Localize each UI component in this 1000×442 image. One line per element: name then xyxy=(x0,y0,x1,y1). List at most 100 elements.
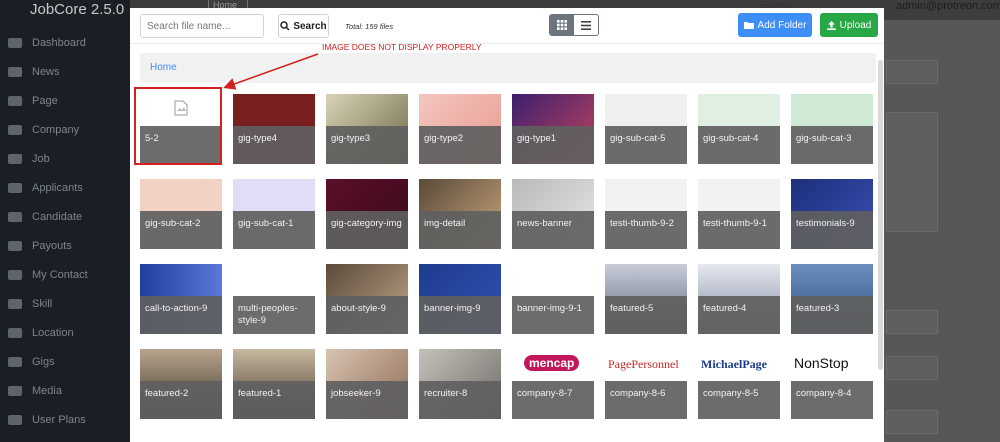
file-tile[interactable]: about-style-9 xyxy=(326,264,408,334)
file-tile[interactable]: jobseeker-9 xyxy=(326,349,408,419)
sidebar-item-user-plans[interactable]: User Plans xyxy=(0,405,130,434)
file-tile[interactable]: multi-peoples-style-9 xyxy=(233,264,315,334)
sidebar-item-media[interactable]: Media xyxy=(0,376,130,405)
file-name-label: img-detail xyxy=(419,211,501,249)
sidebar-item-job[interactable]: Job xyxy=(0,144,130,173)
newspaper-icon xyxy=(8,66,22,77)
sidebar-item-label: Company xyxy=(32,123,80,136)
search-button[interactable]: Search xyxy=(278,14,329,38)
folder-icon xyxy=(743,22,754,29)
company-logo-text: PagePersonnel xyxy=(608,357,679,371)
sidebar-item-page[interactable]: Page xyxy=(0,86,130,115)
search-input[interactable] xyxy=(140,14,264,38)
file-tile[interactable]: gig-sub-cat-4 xyxy=(698,94,780,164)
breadcrumb-home-link[interactable]: Home xyxy=(150,62,177,73)
file-tile[interactable]: MichaelPage company-8-5 xyxy=(698,349,780,419)
sidebar-item-gigs[interactable]: Gigs xyxy=(0,347,130,376)
file-tile[interactable]: PagePersonnel company-8-6 xyxy=(605,349,687,419)
file-name-label: company-8-5 xyxy=(698,381,780,419)
sidebar: JobCore 2.5.0 Dashboard News Page Company Jo… xyxy=(0,0,130,442)
file-tile[interactable]: testimonials-9 xyxy=(791,179,873,249)
file-name-label: featured-2 xyxy=(140,381,222,419)
sidebar-item-label: Payouts xyxy=(32,239,72,252)
sidebar-item-label: Page xyxy=(32,94,58,107)
file-name-label: jobseeker-9 xyxy=(326,381,408,419)
file-tile[interactable]: gig-category-img xyxy=(326,179,408,249)
file-name-label: gig-type4 xyxy=(233,126,315,164)
sidebar-item-payouts[interactable]: Payouts xyxy=(0,231,130,260)
file-tile[interactable]: NonStop company-8-4 xyxy=(791,349,873,419)
file-name-label: featured-1 xyxy=(233,381,315,419)
annotation-label: IMAGE DOES NOT DISPLAY PROPERLY xyxy=(322,42,482,52)
file-tile[interactable]: banner-img-9-1 xyxy=(512,264,594,334)
sidebar-item-my-contact[interactable]: My Contact xyxy=(0,260,130,289)
file-tile[interactable]: gig-type2 xyxy=(419,94,501,164)
file-manager-toolbar: Search Total: 159 files Add Folder Uploa… xyxy=(130,8,884,44)
file-tile[interactable]: featured-5 xyxy=(605,264,687,334)
file-name-label: multi-peoples-style-9 xyxy=(233,296,315,334)
sidebar-item-label: My Contact xyxy=(32,268,88,281)
sidebar-item-company[interactable]: Company xyxy=(0,115,130,144)
file-name-label: company-8-7 xyxy=(512,381,594,419)
file-name-label: gig-sub-cat-2 xyxy=(140,211,222,249)
sidebar-item-news[interactable]: News xyxy=(0,57,130,86)
sidebar-item-applicants[interactable]: Applicants xyxy=(0,173,130,202)
company-logo-text: NonStop xyxy=(794,355,849,371)
file-tile[interactable]: featured-2 xyxy=(140,349,222,419)
file-tile[interactable]: mencap company-8-7 xyxy=(512,349,594,419)
view-toggle xyxy=(549,14,599,36)
file-name-label: gig-type3 xyxy=(326,126,408,164)
list-view-button[interactable] xyxy=(574,15,598,35)
modal-scrollbar[interactable] xyxy=(878,60,883,370)
upload-button[interactable]: Upload xyxy=(820,13,878,37)
building-icon xyxy=(8,124,22,135)
file-tile[interactable]: featured-3 xyxy=(791,264,873,334)
file-tile[interactable]: gig-sub-cat-2 xyxy=(140,179,222,249)
image-icon xyxy=(8,385,22,396)
add-folder-button[interactable]: Add Folder xyxy=(738,13,812,37)
sidebar-menu: Dashboard News Page Company Job Applicants Can… xyxy=(0,28,130,434)
file-tile[interactable]: recruiter-8 xyxy=(419,349,501,419)
file-tile[interactable]: featured-4 xyxy=(698,264,780,334)
folder-breadcrumb: Home xyxy=(140,53,876,83)
upload-label: Upload xyxy=(839,19,872,31)
file-tile[interactable]: featured-1 xyxy=(233,349,315,419)
file-tile[interactable]: gig-sub-cat-3 xyxy=(791,94,873,164)
monitor-icon xyxy=(8,37,22,48)
file-tile[interactable]: gig-type4 xyxy=(233,94,315,164)
file-tile[interactable]: gig-type1 xyxy=(512,94,594,164)
file-name-label: banner-img-9-1 xyxy=(512,296,594,334)
file-tile[interactable]: img-detail xyxy=(419,179,501,249)
list-icon xyxy=(581,20,591,30)
file-name-label: gig-sub-cat-1 xyxy=(233,211,315,249)
compass-icon xyxy=(8,327,22,338)
file-tile[interactable]: call-to-action-9 xyxy=(140,264,222,334)
search-icon xyxy=(280,21,290,31)
file-tile[interactable]: gig-sub-cat-1 xyxy=(233,179,315,249)
file-name-label: testi-thumb-9-2 xyxy=(605,211,687,249)
file-tile[interactable]: gig-type3 xyxy=(326,94,408,164)
file-tile[interactable]: testi-thumb-9-1 xyxy=(698,179,780,249)
company-logo-text: mencap xyxy=(524,355,580,371)
file-tile[interactable]: testi-thumb-9-2 xyxy=(605,179,687,249)
file-manager-modal: Search Total: 159 files Add Folder Uploa… xyxy=(130,8,884,442)
sidebar-item-location[interactable]: Location xyxy=(0,318,130,347)
sidebar-item-label: Dashboard xyxy=(32,36,86,49)
user-menu[interactable]: admin@protreon.com xyxy=(896,0,1000,12)
file-name-label: gig-type2 xyxy=(419,126,501,164)
sidebar-item-dashboard[interactable]: Dashboard xyxy=(0,28,130,57)
file-name-label: gig-sub-cat-3 xyxy=(791,126,873,164)
file-tile[interactable]: gig-sub-cat-5 xyxy=(605,94,687,164)
file-tile[interactable]: news-banner xyxy=(512,179,594,249)
grid-view-button[interactable] xyxy=(550,15,574,35)
user-icon xyxy=(8,211,22,222)
users-icon xyxy=(8,182,22,193)
file-name-label: gig-category-img xyxy=(326,211,408,249)
annotation-highlight-box xyxy=(134,87,222,165)
file-tile[interactable]: banner-img-9 xyxy=(419,264,501,334)
sidebar-item-skill[interactable]: Skill xyxy=(0,289,130,318)
file-name-label: featured-5 xyxy=(605,296,687,334)
sidebar-item-candidate[interactable]: Candidate xyxy=(0,202,130,231)
file-name-label: news-banner xyxy=(512,211,594,249)
sidebar-item-label: Gigs xyxy=(32,355,55,368)
